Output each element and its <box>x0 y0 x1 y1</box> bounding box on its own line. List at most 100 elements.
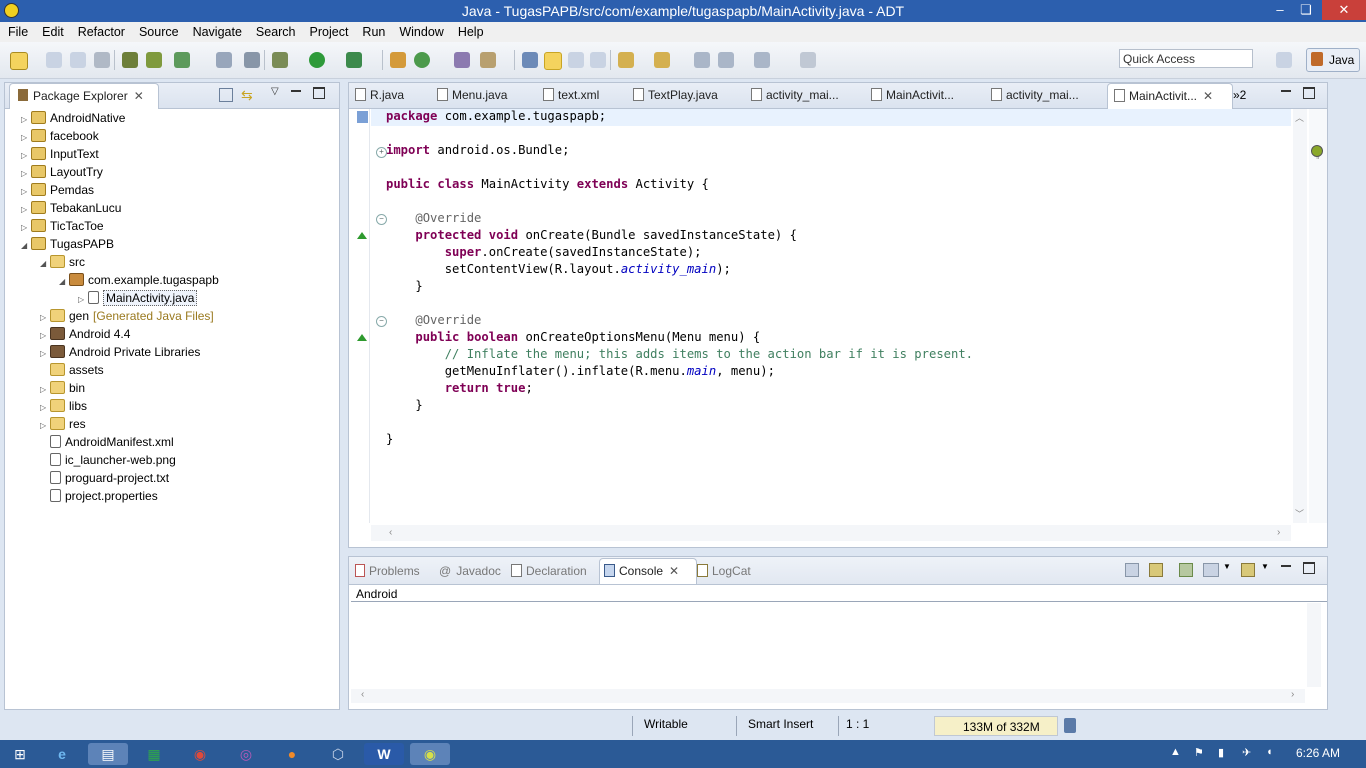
tree-item[interactable]: ▷ LayoutTry <box>21 163 103 181</box>
previous-annotation-icon[interactable] <box>654 52 670 68</box>
restore-button[interactable]: ❏ <box>1292 0 1320 20</box>
close-icon[interactable]: ✕ <box>669 564 679 578</box>
scroll-down-icon[interactable]: ﹀ <box>1295 507 1304 520</box>
show-hidden-icons-icon[interactable]: ▲ <box>1170 746 1181 758</box>
minimize-view-icon[interactable] <box>291 90 301 92</box>
tree-item[interactable]: ◢ src <box>40 253 85 271</box>
toggle-mark-occurrences-icon[interactable] <box>522 52 538 68</box>
tab-logcat[interactable]: LogCat <box>697 559 767 584</box>
tree-item[interactable]: ▷ Pemdas <box>21 181 94 199</box>
menu-run[interactable]: Run <box>354 22 391 39</box>
tree-item[interactable]: ▷ Android Private Libraries <box>40 343 200 361</box>
skip-breakpoints-icon[interactable] <box>244 52 260 68</box>
word-icon[interactable]: W <box>364 743 404 765</box>
menu-search[interactable]: Search <box>248 22 302 39</box>
link-with-editor-icon[interactable]: ⇆ <box>241 87 257 103</box>
java-perspective-button[interactable]: Java <box>1306 48 1360 72</box>
close-icon[interactable]: ✕ <box>134 89 144 103</box>
menu-help[interactable]: Help <box>450 22 490 39</box>
tab-javadoc[interactable]: @ Javadoc <box>439 559 509 584</box>
maximize-view-icon[interactable] <box>313 87 325 99</box>
new-java-class-icon[interactable] <box>414 52 430 68</box>
tab-mainactivity-java-1[interactable]: MainActivit... <box>871 83 971 108</box>
tab-r-java[interactable]: R.java <box>355 83 431 108</box>
airplane-mode-icon[interactable]: ✈ <box>1242 746 1251 759</box>
tab-mainactivity-java-active[interactable]: MainActivit... ✕ <box>1107 83 1233 109</box>
firefox-icon[interactable]: ● <box>272 743 312 765</box>
garbage-collect-icon[interactable] <box>1064 718 1076 733</box>
open-type-icon[interactable] <box>454 52 470 68</box>
save-icon[interactable] <box>46 52 62 68</box>
chevron-down-icon[interactable]: ▼ <box>1223 562 1231 571</box>
clear-console-icon[interactable] <box>1125 563 1139 577</box>
menu-window[interactable]: Window <box>391 22 449 39</box>
tab-problems[interactable]: Problems <box>355 559 435 584</box>
menu-file[interactable]: File <box>0 22 34 39</box>
quick-access-input[interactable]: Quick Access <box>1119 49 1253 68</box>
android-avd-manager-icon[interactable] <box>146 52 162 68</box>
tab-activity-main-xml-1[interactable]: activity_mai... <box>751 83 851 108</box>
tree-item[interactable]: ▷ AndroidNative <box>21 109 125 127</box>
editor-vertical-scrollbar[interactable]: ︿ ﹀ <box>1293 109 1307 523</box>
chevron-down-icon[interactable]: ▼ <box>1261 562 1269 571</box>
menu-edit[interactable]: Edit <box>34 22 70 39</box>
close-window-button[interactable]: ✕ <box>1322 0 1366 20</box>
show-whitespace-icon[interactable] <box>590 52 606 68</box>
display-selected-console-icon[interactable] <box>1203 563 1219 577</box>
heap-status[interactable]: 133M of 332M <box>934 716 1058 736</box>
maximize-view-icon[interactable] <box>1303 87 1315 99</box>
expanded-arrow-icon[interactable]: ◢ <box>40 255 50 273</box>
internet-explorer-icon[interactable]: e <box>42 743 82 765</box>
tab-console[interactable]: Console ✕ <box>599 558 697 584</box>
scroll-up-icon[interactable]: ︿ <box>1295 111 1304 124</box>
new-android-project-icon[interactable] <box>216 52 232 68</box>
tree-item[interactable]: ▷ gen [Generated Java Files] <box>40 307 214 325</box>
action-center-icon[interactable]: ⚑ <box>1194 746 1204 759</box>
tab-overflow-button[interactable]: »2 <box>1233 88 1246 102</box>
tree-item[interactable]: ◢ com.example.tugaspapb <box>59 271 219 289</box>
last-edit-location-icon[interactable] <box>694 52 710 68</box>
tree-item[interactable]: ▷ InputText <box>21 145 99 163</box>
open-perspective-icon[interactable] <box>1276 52 1292 68</box>
tab-textplay-java[interactable]: TextPlay.java <box>633 83 743 108</box>
tree-item[interactable]: ▷ MainActivity.java <box>78 289 198 307</box>
tab-declaration[interactable]: Declaration <box>511 559 597 584</box>
new-java-package-icon[interactable] <box>390 52 406 68</box>
maximize-view-icon[interactable] <box>1303 562 1315 574</box>
minimize-view-icon[interactable] <box>1281 565 1291 567</box>
tree-item[interactable]: ▷ res <box>40 415 86 433</box>
menu-refactor[interactable]: Refactor <box>70 22 131 39</box>
menu-navigate[interactable]: Navigate <box>185 22 248 39</box>
print-icon[interactable] <box>94 52 110 68</box>
excel-icon[interactable]: ▦ <box>134 743 174 765</box>
menu-source[interactable]: Source <box>131 22 185 39</box>
tree-item[interactable]: ▷ libs <box>40 397 87 415</box>
android-sdk-manager-icon[interactable] <box>122 52 138 68</box>
tree-item[interactable]: assets <box>40 361 104 379</box>
tree-item[interactable]: ▷ bin <box>40 379 85 397</box>
new-icon[interactable] <box>10 52 28 70</box>
network-icon[interactable]: ▮ <box>1218 746 1224 759</box>
scroll-left-icon[interactable]: ‹ <box>361 689 364 700</box>
run-icon[interactable] <box>309 52 325 68</box>
tree-item[interactable]: proguard-project.txt <box>40 469 169 487</box>
tree-item[interactable]: ▷ Android 4.4 <box>40 325 130 343</box>
tree-item[interactable]: ▷ TebakanLucu <box>21 199 121 217</box>
media-player-icon[interactable]: ◎ <box>226 743 266 765</box>
external-tools-icon[interactable] <box>346 52 362 68</box>
next-annotation-icon[interactable] <box>618 52 634 68</box>
expanded-arrow-icon[interactable]: ◢ <box>21 237 31 255</box>
scroll-lock-icon[interactable] <box>1149 563 1163 577</box>
lint-check-icon[interactable] <box>174 52 190 68</box>
windows-start-icon[interactable]: ⊞ <box>0 743 40 765</box>
scroll-right-icon[interactable]: › <box>1291 689 1294 700</box>
console-horizontal-scrollbar[interactable]: ‹ › <box>351 689 1305 703</box>
expanded-arrow-icon[interactable]: ◢ <box>59 273 69 291</box>
back-icon[interactable] <box>718 52 734 68</box>
close-icon[interactable]: ✕ <box>1203 89 1213 103</box>
editor-horizontal-scrollbar[interactable]: ‹ › <box>371 525 1291 541</box>
menu-project[interactable]: Project <box>302 22 355 39</box>
tree-item[interactable]: ic_launcher-web.png <box>40 451 176 469</box>
tree-item[interactable]: ▷ TicTacToe <box>21 217 104 235</box>
forward-icon[interactable] <box>754 52 770 68</box>
